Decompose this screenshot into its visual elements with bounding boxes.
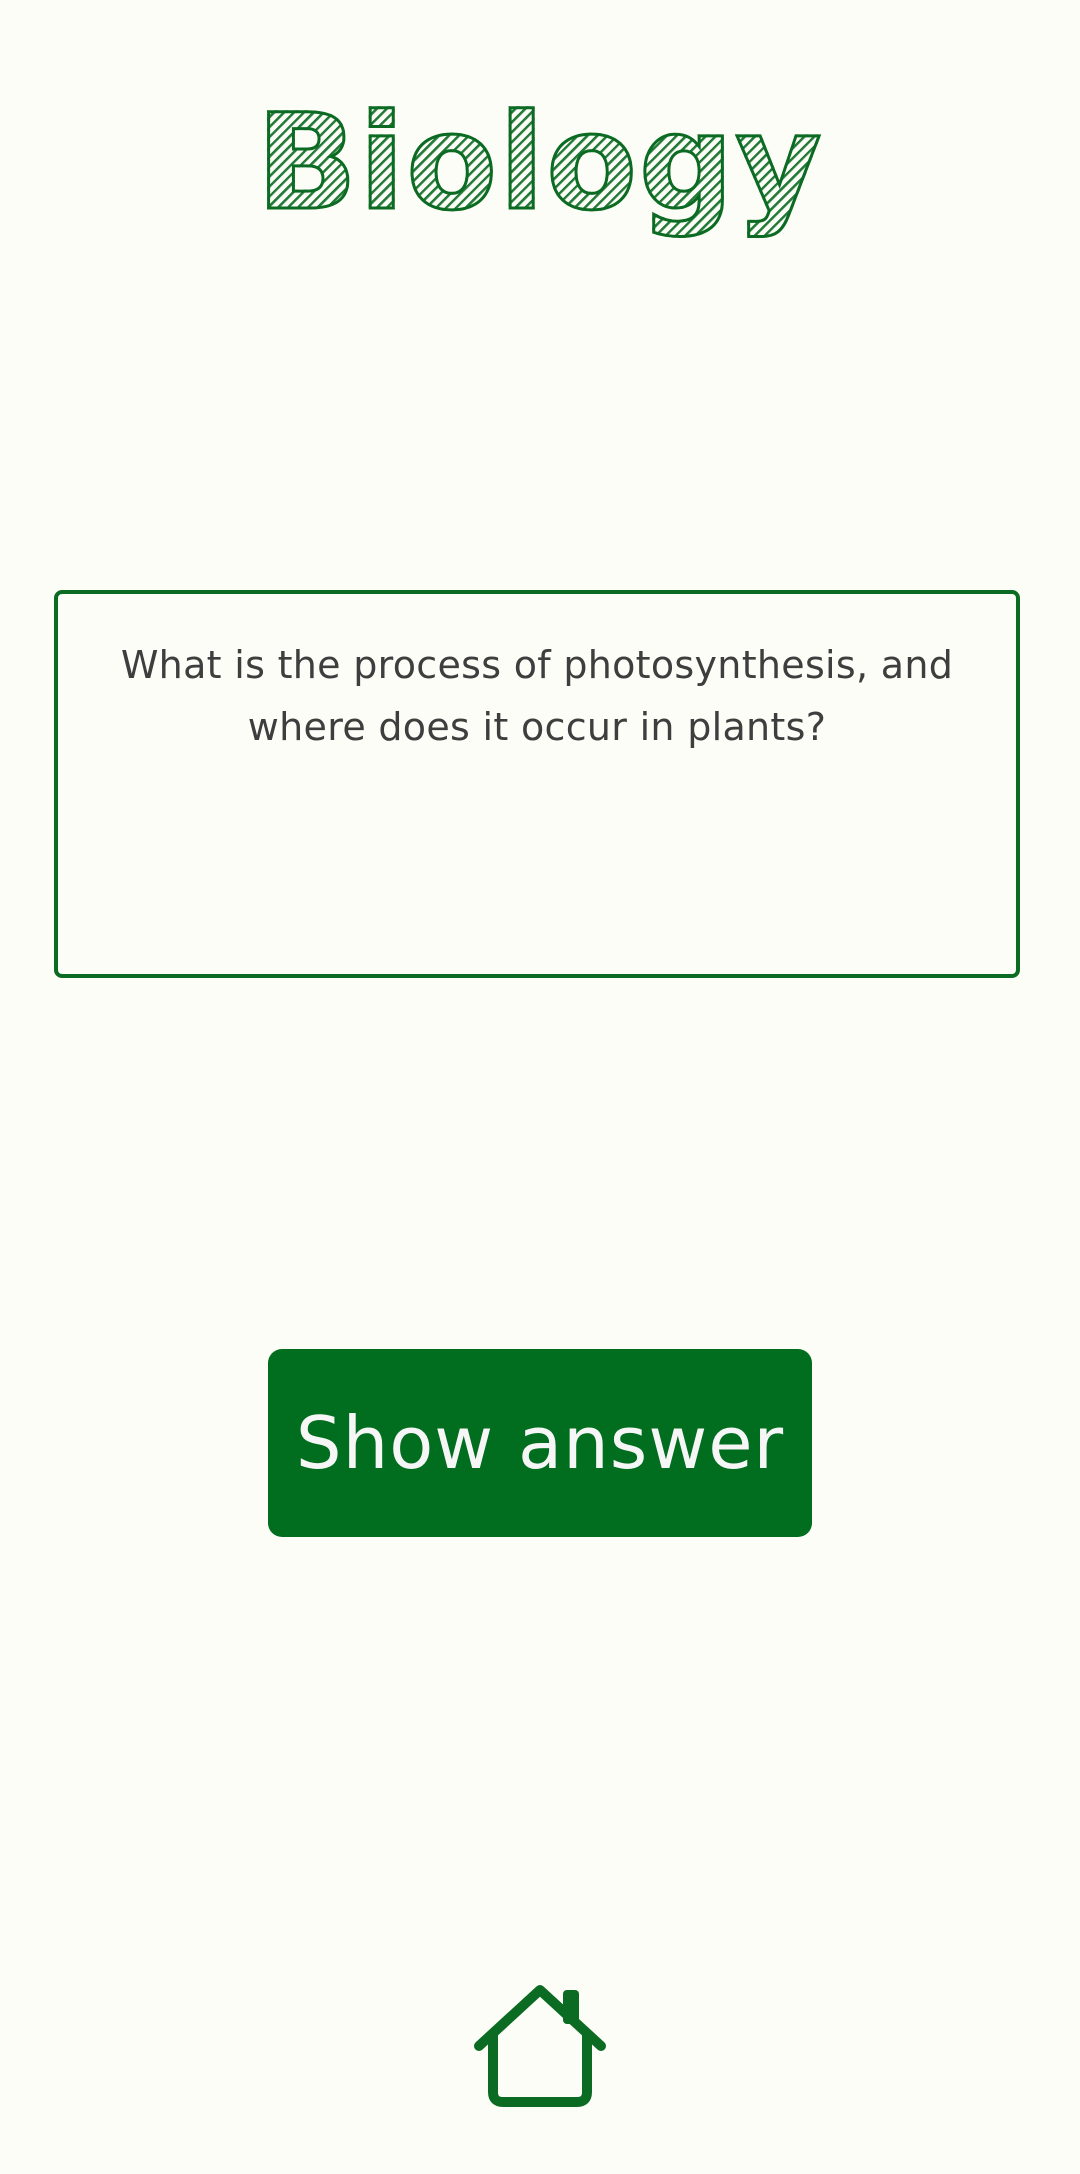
question-text: What is the process of photosynthesis, a… (120, 643, 954, 749)
show-answer-label: Show answer (295, 1401, 785, 1485)
show-answer-button[interactable]: Show answer (268, 1349, 812, 1537)
deck-title: Biology (0, 78, 1080, 248)
home-icon (474, 1985, 606, 2107)
question-card: What is the process of photosynthesis, a… (54, 590, 1020, 978)
home-button[interactable] (470, 1976, 610, 2116)
